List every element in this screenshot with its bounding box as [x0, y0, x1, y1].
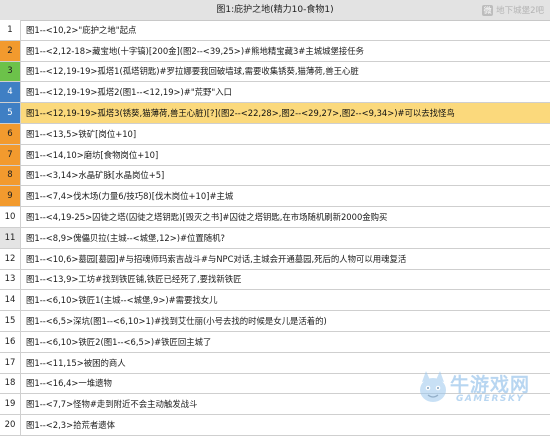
row-description: 图1--<6,10>铁匠2(图1--<6,5>)#铁匠回主城了	[26, 336, 212, 347]
row-index: 6	[0, 123, 21, 144]
row-description: 图1--<6,10>铁匠1(主城--<城堡,9>)#需要找女儿	[26, 295, 218, 306]
row-index: 11	[0, 227, 21, 248]
row-index: 12	[0, 248, 21, 269]
table-row: 7 图1--<14,10>磨坊[食物岗位+10]	[0, 144, 550, 166]
row-index: 8	[0, 165, 21, 186]
row-description: 图1--<6,5>深坑(图1--<6,10>1)#找到艾仕丽(小号去找的时候是女…	[26, 316, 327, 327]
row-index: 5	[0, 103, 21, 123]
table-row: 16 图1--<6,10>铁匠2(图1--<6,5>)#铁匠回主城了	[0, 331, 550, 353]
table-row: 9 图1--<7,4>伐木场(力量6/技巧8)[伐木岗位+10]#主城	[0, 186, 550, 208]
row-description: 图1--<7,7>怪物#走到附近不会主动触发战斗	[26, 399, 198, 410]
table-row: 14 图1--<6,10>铁匠1(主城--<城堡,9>)#需要找女儿	[0, 290, 550, 312]
row-index: 13	[0, 269, 21, 290]
row-index: 14	[0, 290, 21, 311]
row-description: 图1--<8,9>傀儡贝拉(主城--<城堡,12>)#位置随机?	[26, 232, 225, 243]
table-row: 6 图1--<13,5>铁矿[岗位+10]	[0, 123, 550, 145]
table-row: 13 图1--<13,9>工坊#找到铁匠铺,铁匠已经死了,要找新铁匠	[0, 269, 550, 291]
table-row: 4 图1--<12,19-19>孤塔2(图1--<12,19>)#"荒野"入口	[0, 82, 550, 104]
row-index: 15	[0, 311, 21, 331]
row-description: 图1--<10,6>墓园[墓园]#与招魂师玛索吉战斗#与NPC对话,主城会开通墓…	[26, 253, 407, 264]
row-description: 图1--<12,19-19>孤塔1(孤塔钥匙)#罗拉娜要我回破墙球,需要收集锈葵…	[26, 66, 359, 77]
table-row: 10 图1--<4,19-25>囚徒之塔(囚徒之塔钥匙)[毁灭之书]#囚徒之塔钥匙…	[0, 207, 550, 228]
table-row: 19 图1--<7,7>怪物#走到附近不会主动触发战斗	[0, 394, 550, 416]
table-row: 11 图1--<8,9>傀儡贝拉(主城--<城堡,12>)#位置随机?	[0, 227, 550, 249]
walkthrough-page: 图1:庇护之地(精力10-食物1) 微 地下城堡2吧 1 图1--<10,2>"庇…	[0, 0, 550, 436]
row-description: 图1--<10,2>"庇护之地"起点	[26, 24, 137, 35]
row-description: 图1--<7,4>伐木场(力量6/技巧8)[伐木岗位+10]#主城	[26, 191, 234, 202]
table-row: 12 图1--<10,6>墓园[墓园]#与招魂师玛索吉战斗#与NPC对话,主城会开…	[0, 248, 550, 270]
table-row: 20 图1--<2,3>拾荒者遗体	[0, 415, 550, 436]
row-description: 图1--<11,15>被困的商人	[26, 357, 126, 368]
row-index: 16	[0, 331, 21, 352]
table-row: 17 图1--<11,15>被困的商人	[0, 352, 550, 374]
row-description: 图1--<12,19-19>孤塔3(锈葵,猫薄荷,兽王心脏)[?](图2--<2…	[26, 108, 455, 119]
row-description: 图1--<2,3>拾荒者遗体	[26, 420, 115, 431]
row-index: 19	[0, 394, 21, 415]
row-index: 3	[0, 61, 21, 82]
row-index: 4	[0, 82, 21, 103]
table-row: 15 图1--<6,5>深坑(图1--<6,10>1)#找到艾仕丽(小号去找的时候…	[0, 311, 550, 332]
watermark-top-label: 地下城堡2吧	[496, 6, 544, 16]
row-index: 9	[0, 186, 21, 207]
table-row: 8 图1--<3,14>水晶矿脉[水晶岗位+5]	[0, 165, 550, 187]
row-description: 图1--<3,14>水晶矿脉[水晶岗位+5]	[26, 170, 165, 181]
watermark-top: 微 地下城堡2吧	[482, 3, 544, 17]
row-index: 1	[0, 20, 21, 40]
table-title: 图1:庇护之地(精力10-食物1)	[0, 0, 550, 21]
row-index: 17	[0, 352, 21, 373]
row-description: 图1--<12,19-19>孤塔2(图1--<12,19>)#"荒野"入口	[26, 87, 233, 98]
row-index: 20	[0, 415, 21, 435]
row-description: 图1--<14,10>磨坊[食物岗位+10]	[26, 149, 159, 160]
row-index: 10	[0, 207, 21, 227]
table-title-text: 图1:庇护之地(精力10-食物1)	[216, 5, 334, 15]
weibo-icon: 微	[482, 4, 494, 16]
table-row: 5 图1--<12,19-19>孤塔3(锈葵,猫薄荷,兽王心脏)[?](图2--<…	[0, 103, 550, 124]
table-row: 3 图1--<12,19-19>孤塔1(孤塔钥匙)#罗拉娜要我回破墙球,需要收集锈…	[0, 61, 550, 83]
row-description: 图1--<13,9>工坊#找到铁匠铺,铁匠已经死了,要找新铁匠	[26, 274, 242, 285]
row-description: 图1--<16,4>一堆遗物	[26, 378, 112, 389]
table-row: 2 图1--<2,12-18>藏宝地(十字镐)[200金](图2--<39,25>…	[0, 40, 550, 62]
row-index: 7	[0, 144, 21, 165]
row-index: 18	[0, 373, 21, 394]
walkthrough-table: 1 图1--<10,2>"庇护之地"起点 2 图1--<2,12-18>藏宝地(十字镐…	[0, 20, 550, 436]
row-description: 图1--<4,19-25>囚徒之塔(囚徒之塔钥匙)[毁灭之书]#囚徒之塔钥匙,在…	[26, 212, 388, 223]
row-description: 图1--<2,12-18>藏宝地(十字镐)[200金](图2--<39,25>)…	[26, 45, 364, 56]
row-description: 图1--<13,5>铁矿[岗位+10]	[26, 128, 137, 139]
table-row: 18 图1--<16,4>一堆遗物	[0, 373, 550, 395]
row-index: 2	[0, 40, 21, 61]
table-row: 1 图1--<10,2>"庇护之地"起点	[0, 20, 550, 41]
